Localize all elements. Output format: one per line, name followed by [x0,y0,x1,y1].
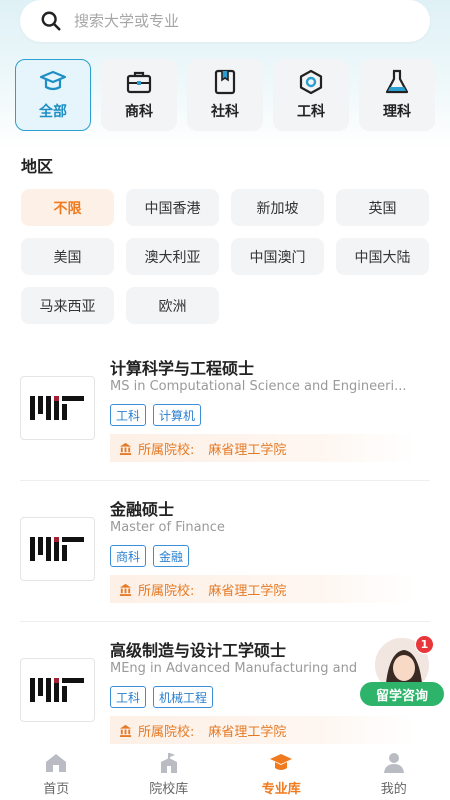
consult-button[interactable]: 留学咨询 [360,682,444,706]
school-name: 麻省理工学院 [208,442,287,458]
school-row: 所属院校: 麻省理工学院 [110,434,415,462]
category-label: 社科 [211,104,239,120]
region-chip-singapore[interactable]: 新加坡 [231,189,324,226]
region-chip-uk[interactable]: 英国 [336,189,429,226]
tag: 计算机 [153,404,202,426]
tag: 机械工程 [153,686,214,708]
program-tags: 商科 金融 [110,545,190,567]
bottom-tabbar: 首页 院校库 专业库 我的 [0,744,450,800]
institution-icon [119,724,132,737]
category-business[interactable]: 商科 [101,59,177,131]
program-title: 金融硕士 [110,500,175,519]
notification-badge: 1 [415,635,434,654]
category-label: 理科 [383,104,411,120]
category-social-science[interactable]: 社科 [187,59,263,131]
region-chip-europe[interactable]: 欧洲 [126,287,219,324]
region-chip-usa[interactable]: 美国 [21,238,114,275]
tab-label: 首页 [43,782,70,797]
tag: 金融 [153,545,190,567]
program-tags: 工科 机械工程 [110,686,214,708]
tag: 工科 [110,404,147,426]
region-title: 地区 [21,157,54,176]
category-label: 全部 [39,104,67,120]
category-science[interactable]: 理科 [359,59,435,131]
region-chip-macau[interactable]: 中国澳门 [231,238,324,275]
institution-icon [119,442,132,455]
graduation-cap-icon [270,754,293,770]
school-row: 所属院校: 麻省理工学院 [110,716,415,744]
book-icon [214,69,236,95]
category-tabs: 全部 商科 社科 工科 理科 [15,59,435,131]
category-all[interactable]: 全部 [15,59,91,131]
graduation-cap-icon [39,70,67,91]
category-label: 商科 [125,104,153,120]
program-subtitle: Master of Finance [110,520,225,535]
school-label: 所属院校: [138,583,195,599]
institution-icon [119,583,132,596]
program-card[interactable]: 计算科学与工程硕士 MS in Computational Science an… [0,340,450,481]
mit-logo [20,517,95,581]
region-chip-mainland[interactable]: 中国大陆 [336,238,429,275]
program-tags: 工科 计算机 [110,404,202,426]
region-chip-australia[interactable]: 澳大利亚 [126,238,219,275]
consult-widget[interactable]: 1 留学咨询 [360,635,444,706]
region-chip-malaysia[interactable]: 马来西亚 [21,287,114,324]
tab-home[interactable]: 首页 [0,744,113,800]
school-building-icon [160,753,177,773]
mit-logo-mark [29,678,84,702]
tab-profile[interactable]: 我的 [338,744,450,800]
tab-label: 我的 [380,782,407,797]
program-title: 计算科学与工程硕士 [110,359,255,378]
mit-logo [20,376,95,440]
tab-majors[interactable]: 专业库 [225,744,338,800]
flask-icon [385,69,409,94]
tab-label: 专业库 [261,782,301,797]
region-chip-unlimited[interactable]: 不限 [21,189,114,226]
school-label: 所属院校: [138,442,195,458]
search-bar[interactable] [20,0,430,42]
school-label: 所属院校: [138,724,195,740]
home-icon [46,754,67,772]
briefcase-icon [126,71,152,94]
program-card[interactable]: 金融硕士 Master of Finance 商科 金融 所属院校: 麻省理工学… [0,481,450,622]
tab-schools[interactable]: 院校库 [113,744,226,800]
school-name: 麻省理工学院 [208,724,287,740]
tag: 商科 [110,545,147,567]
school-name: 麻省理工学院 [208,583,287,599]
category-engineering[interactable]: 工科 [273,59,349,131]
hex-nut-icon [299,69,323,95]
program-subtitle: MS in Computational Science and Engineer… [110,379,407,394]
category-label: 工科 [297,104,325,120]
user-icon [383,753,404,773]
search-input[interactable] [74,12,374,30]
mit-logo-mark [29,396,84,420]
mit-logo-mark [29,537,84,561]
school-row: 所属院校: 麻省理工学院 [110,575,415,603]
program-title: 高级制造与设计工学硕士 [110,641,287,660]
mit-logo [20,658,95,722]
search-icon [41,11,61,31]
region-chip-hongkong[interactable]: 中国香港 [126,189,219,226]
tag: 工科 [110,686,147,708]
tab-label: 院校库 [149,782,189,797]
